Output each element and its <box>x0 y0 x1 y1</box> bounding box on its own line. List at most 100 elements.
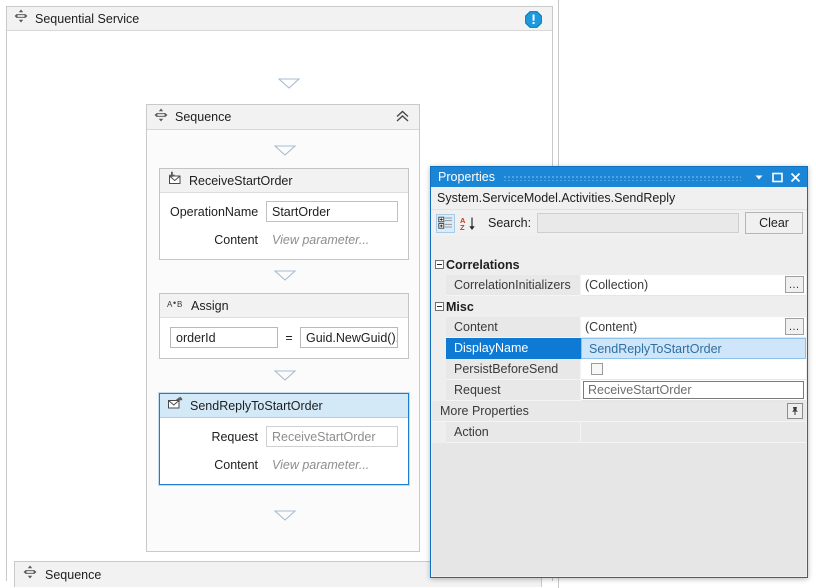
properties-grid[interactable]: Correlations CorrelationInitializers (Co… <box>432 254 806 576</box>
properties-toolbar[interactable]: A Z Search: Clear <box>431 210 807 236</box>
search-input[interactable] <box>537 213 739 233</box>
sequential-service-header[interactable]: Sequential Service <box>7 7 552 31</box>
property-name: Content <box>446 317 581 338</box>
sendreply-content-row: Content View parameter... <box>170 454 398 475</box>
property-value[interactable] <box>581 359 806 380</box>
category-label: Misc <box>446 296 806 317</box>
sendreply-content-label: Content <box>170 458 266 472</box>
property-row-persistbeforesend[interactable]: PersistBeforeSend <box>432 359 806 380</box>
property-row-correlationinitializers[interactable]: CorrelationInitializers (Collection) … <box>432 275 806 296</box>
svg-text:Z: Z <box>460 223 465 231</box>
clear-button[interactable]: Clear <box>745 212 803 234</box>
sendreply-card-body: Request ReceiveStartOrder Content View p… <box>160 418 408 484</box>
sendreply-request-label: Request <box>170 430 266 444</box>
receive-content-label: Content <box>170 233 266 247</box>
property-value-text: (Collection) <box>585 278 648 292</box>
application-window: Sequential Service <box>0 0 816 588</box>
row-gutter <box>432 422 446 443</box>
category-expander[interactable] <box>432 296 446 317</box>
error-badge-icon[interactable] <box>525 11 542 33</box>
chevron-up-double-icon[interactable] <box>395 109 410 129</box>
connector-arrow <box>274 145 294 155</box>
property-name: Action <box>446 422 581 443</box>
more-properties-label: More Properties <box>440 404 529 418</box>
connector-arrow <box>274 370 294 380</box>
activity-card-assign[interactable]: A • B Assign orderId = <box>159 293 409 359</box>
property-name: CorrelationInitializers <box>446 275 581 296</box>
receive-card-header[interactable]: ReceiveStartOrder <box>160 169 408 193</box>
connector-arrow <box>274 510 294 520</box>
row-gutter <box>432 338 446 359</box>
sendreply-card-title: SendReplyToStartOrder <box>190 399 323 413</box>
sendreply-request-row: Request ReceiveStartOrder <box>170 426 398 447</box>
sequence-body: ReceiveStartOrder OperationName StartOrd… <box>147 130 419 551</box>
property-name: PersistBeforeSend <box>446 359 581 380</box>
property-value[interactable]: (Content) … <box>581 317 806 338</box>
send-reply-icon <box>167 396 183 415</box>
property-row-action[interactable]: Action <box>432 422 806 443</box>
sequence-title: Sequence <box>175 110 231 124</box>
property-value-editor[interactable]: SendReplyToStartOrder <box>581 338 806 359</box>
activity-card-sendreply[interactable]: SendReplyToStartOrder Request ReceiveSta… <box>159 393 409 485</box>
property-value-text: (Content) <box>585 320 637 334</box>
assign-operator: = <box>278 331 300 345</box>
assign-to-input[interactable]: orderId <box>170 327 278 348</box>
assign-card-header[interactable]: A • B Assign <box>160 294 408 318</box>
sendreply-content-link[interactable]: View parameter... <box>266 454 398 475</box>
title-bar-grip <box>503 174 741 181</box>
category-expander[interactable] <box>432 254 446 275</box>
receive-content-row: Content View parameter... <box>170 229 398 250</box>
sendreply-request-input[interactable]: ReceiveStartOrder <box>266 426 398 447</box>
property-value[interactable]: (Collection) … <box>581 275 806 296</box>
activity-sequence[interactable]: Sequence <box>146 104 420 552</box>
receive-card-body: OperationName StartOrder Content View pa… <box>160 193 408 259</box>
categorized-view-icon[interactable] <box>436 214 455 233</box>
row-gutter <box>432 317 446 338</box>
assign-expression-row: orderId = Guid.NewGuid().To <box>170 327 398 348</box>
property-name: Request <box>446 380 581 401</box>
maximize-button[interactable] <box>769 169 785 185</box>
property-category-correlations[interactable]: Correlations <box>432 254 806 275</box>
assign-card-title: Assign <box>191 299 229 313</box>
property-row-request[interactable]: Request ReceiveStartOrder <box>432 380 806 401</box>
property-value[interactable] <box>581 422 806 443</box>
alphabetical-sort-icon[interactable]: A Z <box>459 214 478 233</box>
receive-card-title: ReceiveStartOrder <box>189 174 293 188</box>
more-properties-bar[interactable]: More Properties <box>432 401 806 422</box>
property-value[interactable]: ReceiveStartOrder <box>581 380 806 401</box>
request-value-box[interactable]: ReceiveStartOrder <box>583 381 804 399</box>
property-row-displayname[interactable]: DisplayName SendReplyToStartOrder <box>432 338 806 359</box>
properties-title-bar[interactable]: Properties <box>431 167 807 187</box>
ellipsis-button[interactable]: … <box>785 318 804 335</box>
properties-object-type: System.ServiceModel.Activities.SendReply <box>431 187 807 210</box>
sequence-icon <box>154 108 168 127</box>
sequential-service-title: Sequential Service <box>35 12 139 26</box>
sequence-icon <box>14 9 28 28</box>
assign-card-body: orderId = Guid.NewGuid().To <box>160 318 408 358</box>
property-category-misc[interactable]: Misc <box>432 296 806 317</box>
receive-content-link[interactable]: View parameter... <box>266 229 398 250</box>
assign-icon: A • B <box>167 297 184 315</box>
properties-grid-empty-space <box>432 443 806 576</box>
property-value-text: SendReplyToStartOrder <box>586 342 722 356</box>
assign-value-input[interactable]: Guid.NewGuid().To <box>300 327 398 348</box>
connector-arrow <box>274 270 294 280</box>
sendreply-card-header[interactable]: SendReplyToStartOrder <box>160 394 408 418</box>
property-row-content[interactable]: Content (Content) … <box>432 317 806 338</box>
persistbeforesend-checkbox[interactable] <box>591 363 603 375</box>
svg-text:•: • <box>173 298 176 308</box>
properties-window[interactable]: Properties System.ServiceModel.Activitie… <box>430 166 808 578</box>
connector-arrow <box>278 78 298 88</box>
sequence-header[interactable]: Sequence <box>147 105 419 130</box>
activity-card-receive[interactable]: ReceiveStartOrder OperationName StartOrd… <box>159 168 409 260</box>
row-gutter <box>432 359 446 380</box>
receive-operationname-label: OperationName <box>170 205 266 219</box>
receive-operationname-input[interactable]: StartOrder <box>266 201 398 222</box>
search-label: Search: <box>488 216 531 230</box>
pin-icon[interactable] <box>787 403 803 419</box>
ellipsis-button[interactable]: … <box>785 276 804 293</box>
close-button[interactable] <box>787 169 803 185</box>
dropdown-menu-button[interactable] <box>751 169 767 185</box>
row-gutter <box>432 380 446 401</box>
receive-icon <box>167 171 182 190</box>
